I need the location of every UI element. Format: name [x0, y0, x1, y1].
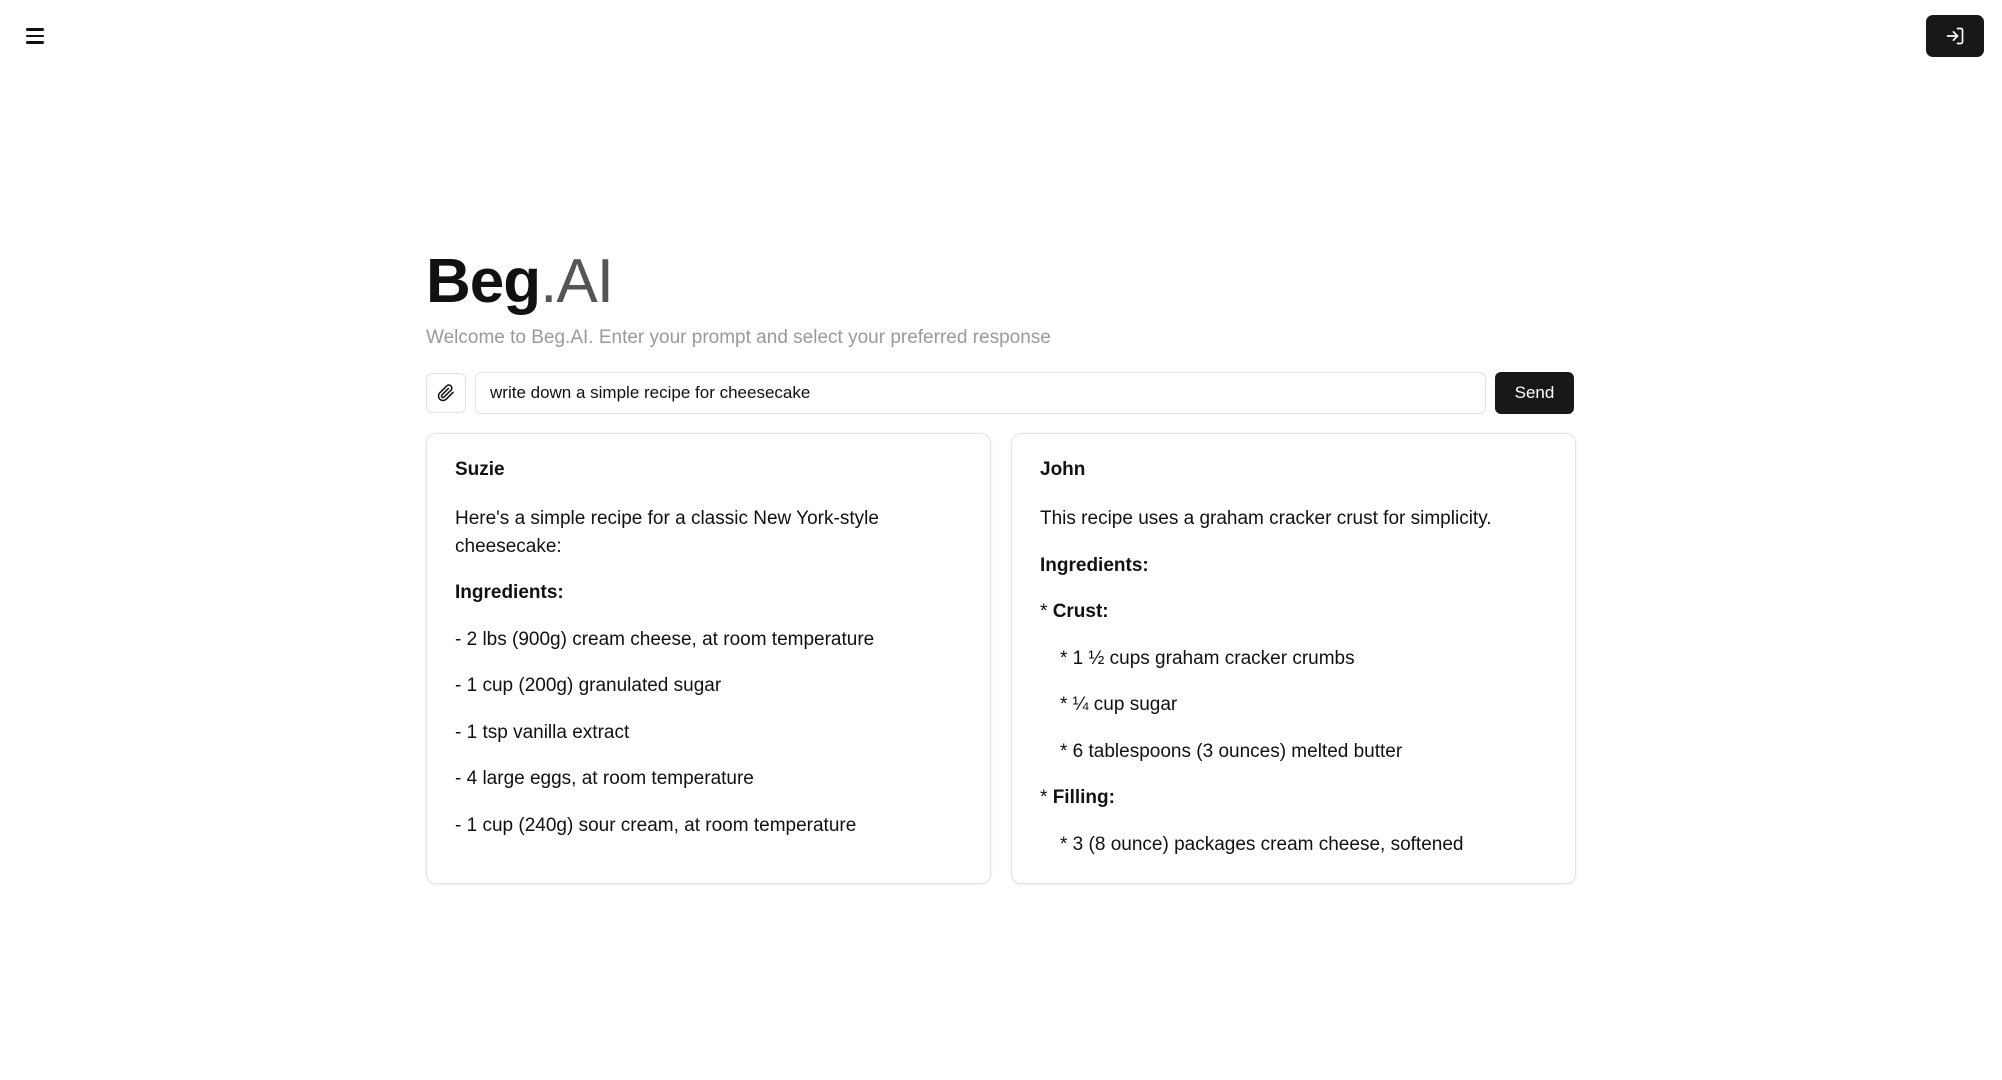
- response-body: Here's a simple recipe for a classic New…: [455, 505, 962, 881]
- response-card-john[interactable]: John This recipe uses a graham cracker c…: [1011, 433, 1576, 884]
- list-item: - 2 lbs (900g) cream cheese, at room tem…: [455, 628, 875, 650]
- main-content: Beg.AI Welcome to Beg.AI. Enter your pro…: [426, 244, 1576, 884]
- list-item: * ¼ cup sugar: [1060, 694, 1178, 715]
- ingredients-heading: Ingredients:: [455, 579, 962, 607]
- list-item: - 1 tsp vanilla extract: [455, 721, 630, 743]
- paperclip-icon: [437, 384, 454, 402]
- list-item: - 1 cup (200g) granulated sugar: [455, 675, 722, 696]
- filling-heading: * Filling:: [1040, 784, 1547, 812]
- responses-container: Suzie Here's a simple recipe for a class…: [426, 433, 1576, 884]
- response-intro: This recipe uses a graham cracker crust …: [1040, 508, 1492, 529]
- hamburger-menu-icon-bar-2: [26, 34, 44, 38]
- filling-label: Filling:: [1052, 787, 1115, 808]
- menu-button[interactable]: [18, 20, 52, 52]
- crust-label: Crust:: [1052, 601, 1109, 622]
- bullet: *: [1040, 787, 1053, 808]
- list-item: - 4 large eggs, at room temperature: [455, 768, 754, 789]
- attach-button[interactable]: [426, 373, 466, 413]
- send-button[interactable]: Send: [1495, 372, 1574, 414]
- list-item: * 6 tablespoons (3 ounces) melted butter: [1060, 740, 1403, 762]
- sign-in-icon: [1946, 27, 1964, 45]
- ingredients-heading: Ingredients:: [1040, 552, 1547, 580]
- response-card-suzie[interactable]: Suzie Here's a simple recipe for a class…: [426, 433, 991, 884]
- hamburger-menu-icon: [26, 28, 44, 31]
- ingredients-heading-text: Ingredients:: [455, 582, 564, 603]
- hamburger-menu-icon-bar-3: [26, 41, 44, 44]
- brand-name-light: .AI: [540, 247, 614, 316]
- response-author: Suzie: [455, 459, 505, 480]
- crust-heading: * Crust:: [1040, 598, 1547, 626]
- page-subtitle: Welcome to Beg.AI. Enter your prompt and…: [426, 327, 1051, 348]
- prompt-input[interactable]: [475, 372, 1486, 414]
- login-button[interactable]: [1926, 15, 1984, 57]
- brand-logo: Beg.AI: [426, 244, 1576, 320]
- list-item: * 1 ½ cups graham cracker crumbs: [1060, 647, 1355, 669]
- prompt-bar: Send: [426, 372, 1576, 414]
- response-intro: Here's a simple recipe for a classic New…: [455, 508, 879, 557]
- brand-name-bold: Beg: [426, 247, 541, 316]
- list-item: - 1 cup (240g) sour cream, at room tempe…: [455, 814, 857, 836]
- response-body: This recipe uses a graham cracker crust …: [1040, 505, 1547, 881]
- list-item: * 3 (8 ounce) packages cream cheese, sof…: [1060, 833, 1464, 855]
- bullet: *: [1040, 601, 1053, 622]
- ingredients-heading-text: Ingredients:: [1040, 554, 1149, 576]
- response-author: John: [1040, 459, 1086, 480]
